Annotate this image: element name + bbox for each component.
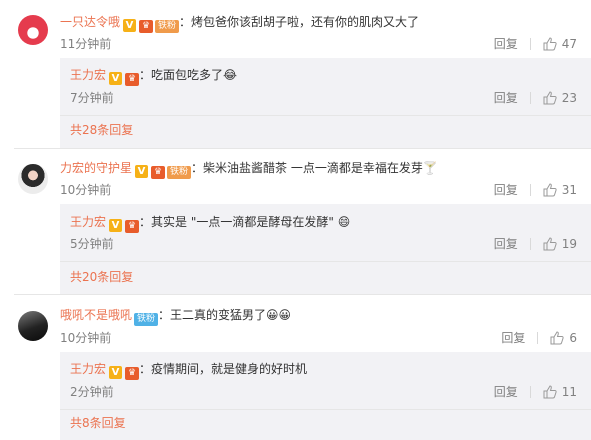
comment-divider: [14, 148, 591, 149]
divider: [537, 332, 539, 344]
reply-text: 其实是 "一点一滴都是酵母在发酵" 😄: [151, 215, 351, 229]
comment-username[interactable]: 一只达令哦: [60, 15, 120, 29]
comment-username[interactable]: 哦吼不是哦吼: [60, 308, 132, 322]
thumbs-up-icon: [543, 91, 557, 105]
comment-text: 烤包爸你该刮胡子啦，还有你的肌肉又大了: [191, 15, 420, 29]
reply-username[interactable]: 王力宏: [70, 362, 106, 376]
divider: [529, 238, 531, 250]
verified-v-icon: V: [123, 19, 137, 32]
like-button[interactable]: 31: [543, 183, 577, 197]
reply-username[interactable]: 王力宏: [70, 68, 106, 82]
avatar[interactable]: [18, 164, 48, 194]
reply-section: 王力宏 V ♛ ：其实是 "一点一滴都是酵母在发酵" 😄 5分钟前 回复 19 共20条…: [60, 204, 591, 294]
view-more-replies-link[interactable]: 共8条回复: [70, 415, 126, 431]
divider: [529, 184, 531, 196]
divider: [529, 386, 531, 398]
verified-v-icon: V: [135, 165, 149, 178]
divider: [529, 92, 531, 104]
colon-separator: ：: [139, 362, 152, 376]
like-count: 31: [561, 183, 577, 197]
reply-button[interactable]: 回复: [494, 385, 518, 399]
reply-divider: [60, 261, 591, 262]
thumbs-up-icon: [543, 385, 557, 399]
comment-username[interactable]: 力宏的守护星: [60, 161, 132, 175]
vip-crown-icon: ♛: [125, 367, 140, 380]
reply-button[interactable]: 回复: [501, 331, 525, 345]
view-more-replies-link[interactable]: 共20条回复: [70, 269, 133, 285]
like-button[interactable]: 47: [543, 37, 577, 51]
fan-badge: 铁粉: [134, 313, 159, 326]
vip-crown-icon: ♛: [139, 20, 154, 33]
like-button[interactable]: 19: [543, 237, 577, 251]
like-button[interactable]: 11: [543, 385, 577, 399]
like-count: 47: [561, 37, 577, 51]
colon-separator: ：: [139, 215, 152, 229]
thumbs-up-icon: [543, 183, 557, 197]
reply-text: 疫情期间，就是健身的好时机: [151, 362, 308, 376]
avatar[interactable]: [18, 15, 48, 45]
comment-time: 11分钟前: [60, 37, 112, 51]
like-count: 11: [561, 385, 577, 399]
view-more-replies-link[interactable]: 共28条回复: [70, 122, 133, 138]
reply-button[interactable]: 回复: [494, 183, 518, 197]
colon-separator: ：: [191, 161, 204, 175]
thumbs-up-icon: [543, 37, 557, 51]
reply-divider: [60, 115, 591, 116]
thumbs-up-icon: [550, 331, 564, 345]
reply-button[interactable]: 回复: [494, 37, 518, 51]
reply-button[interactable]: 回复: [494, 237, 518, 251]
fan-badge: 铁粉: [155, 20, 180, 33]
reply-time: 2分钟前: [70, 385, 114, 399]
verified-v-icon: V: [109, 72, 123, 85]
reply-text: 吃面包吃多了😂: [151, 68, 238, 82]
like-button[interactable]: 23: [543, 91, 577, 105]
comment-time: 10分钟前: [60, 183, 112, 197]
avatar[interactable]: [18, 311, 48, 341]
reply-time: 5分钟前: [70, 237, 114, 251]
fan-badge: 铁粉: [167, 166, 192, 179]
comment-divider: [14, 294, 591, 295]
colon-separator: ：: [139, 68, 152, 82]
divider: [529, 38, 531, 50]
thumbs-up-icon: [543, 237, 557, 251]
reply-section: 王力宏 V ♛ ：吃面包吃多了😂 7分钟前 回复 23 共28条回复: [60, 58, 591, 148]
comment-text: 王二真的变猛男了😀😀: [170, 308, 292, 322]
colon-separator: ：: [179, 15, 192, 29]
reply-username[interactable]: 王力宏: [70, 215, 106, 229]
like-count: 23: [561, 91, 577, 105]
like-button[interactable]: 6: [550, 331, 577, 345]
comment-text: 柴米油盐酱醋茶 一点一滴都是幸福在发芽🍸: [203, 161, 438, 175]
vip-crown-icon: ♛: [151, 166, 166, 179]
verified-v-icon: V: [109, 366, 123, 379]
verified-v-icon: V: [109, 219, 123, 232]
reply-button[interactable]: 回复: [494, 91, 518, 105]
comment-time: 10分钟前: [60, 331, 112, 345]
reply-section: 王力宏 V ♛ ：疫情期间，就是健身的好时机 2分钟前 回复 11 共8条回复: [60, 352, 591, 440]
vip-crown-icon: ♛: [125, 73, 140, 86]
reply-time: 7分钟前: [70, 91, 114, 105]
colon-separator: ：: [158, 308, 171, 322]
reply-divider: [60, 409, 591, 410]
vip-crown-icon: ♛: [125, 220, 140, 233]
like-count: 6: [569, 331, 577, 345]
like-count: 19: [561, 237, 577, 251]
